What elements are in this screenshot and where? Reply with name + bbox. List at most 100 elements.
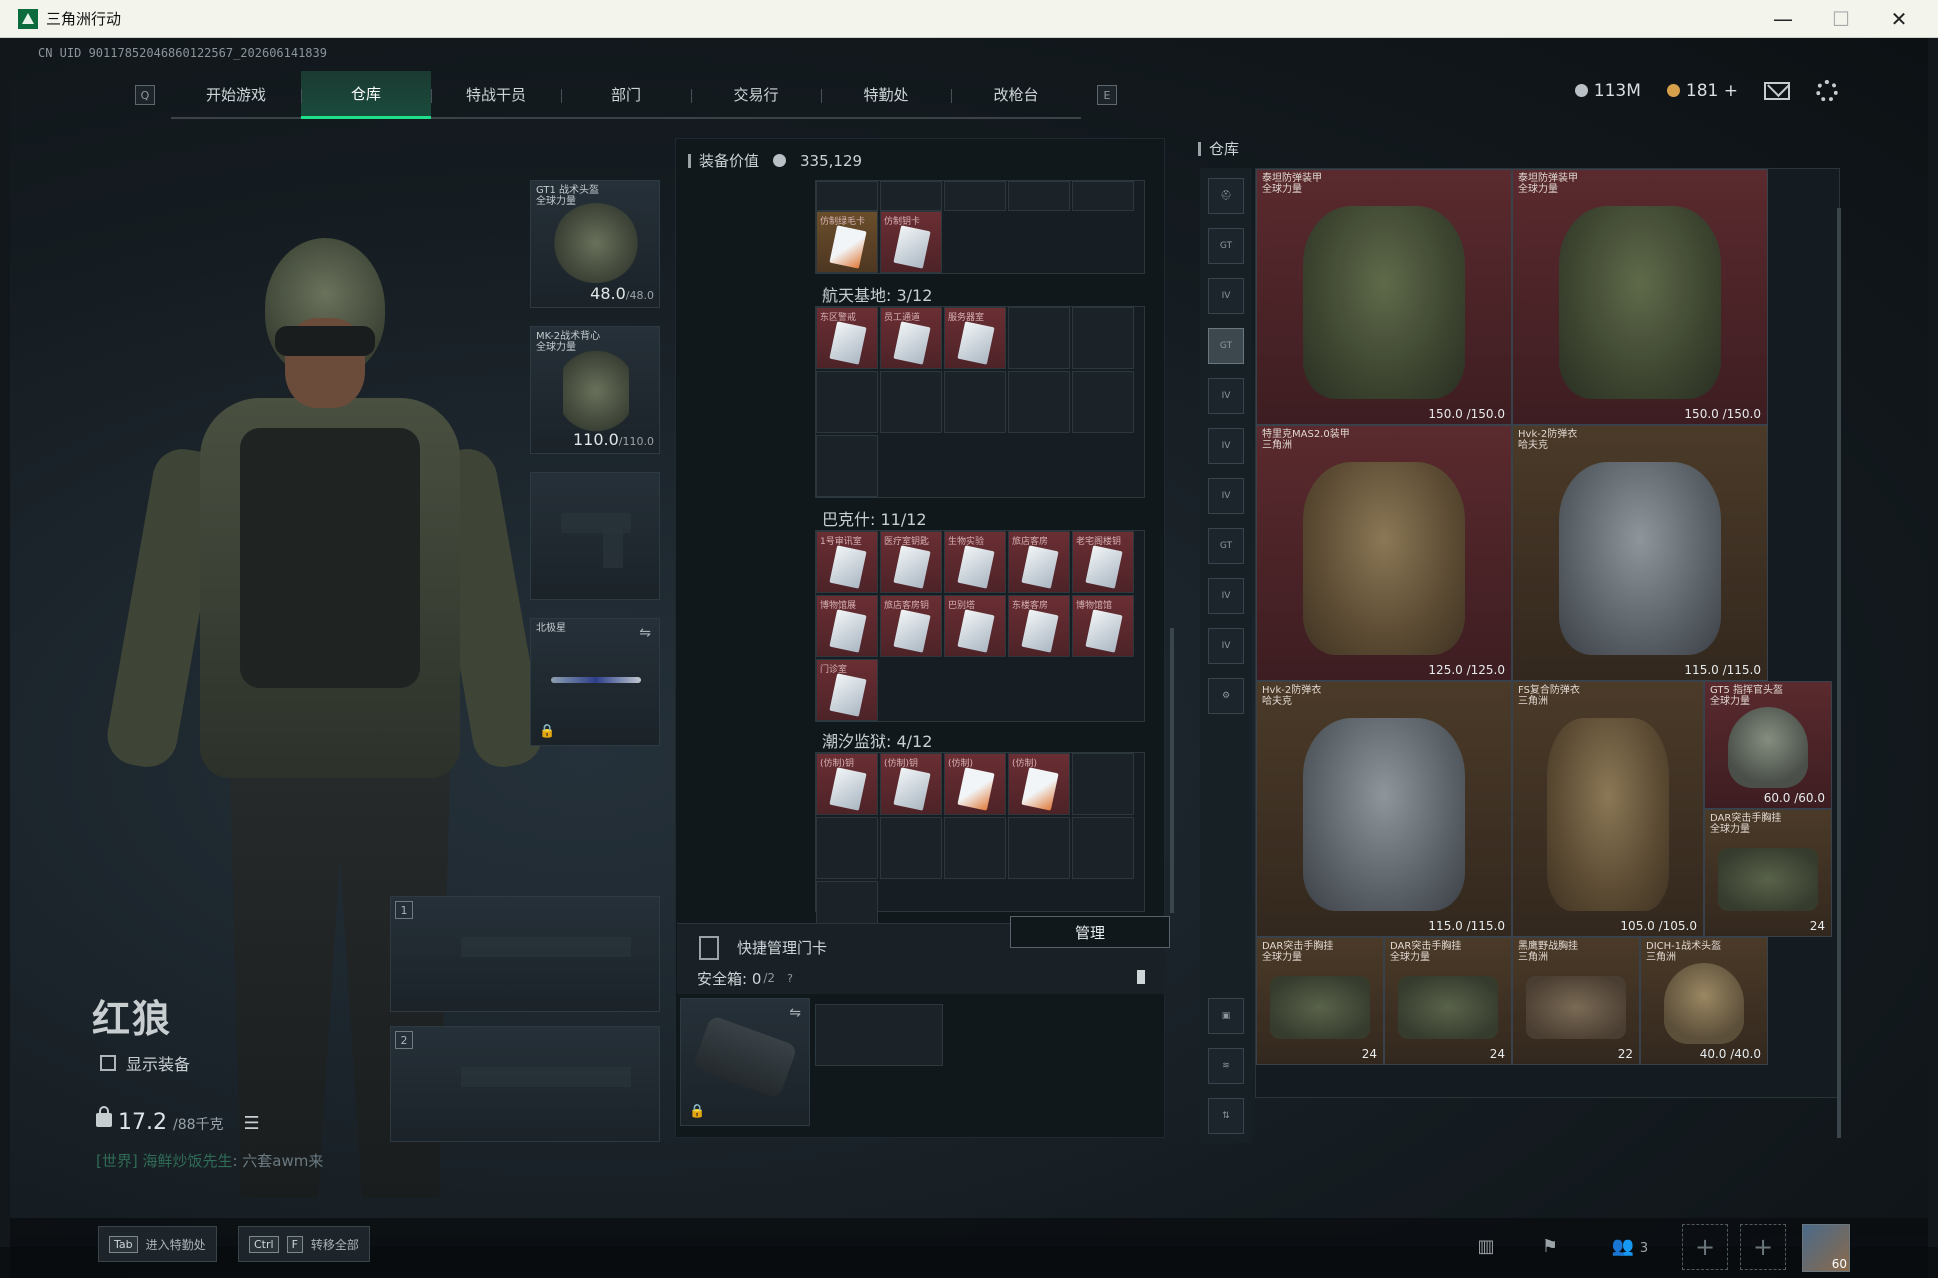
keycard-item[interactable]: 旅店客房 <box>1008 531 1070 593</box>
category-settings-icon[interactable]: ⚙ <box>1208 678 1244 714</box>
melee-slot[interactable]: 北极星 ⇋ 🔒 <box>530 618 660 746</box>
warehouse-item-armor[interactable]: Hvk-2防弹衣 哈夫克 115.0 /115.0 <box>1256 681 1512 937</box>
silver-currency[interactable]: 113M <box>1574 81 1641 101</box>
keycard-item[interactable]: (仿制)钥 <box>880 753 942 815</box>
category-layers-icon[interactable]: ≋ <box>1208 1048 1244 1084</box>
keycard-item[interactable]: 生物实验 <box>944 531 1006 593</box>
card-cell[interactable] <box>944 181 1006 211</box>
invite-slot-2[interactable]: + <box>1740 1224 1786 1270</box>
category-iv-4-icon[interactable]: IV <box>1208 478 1244 514</box>
safe-box-cell[interactable] <box>815 1004 943 1066</box>
settings-gear-icon[interactable] <box>1816 80 1838 102</box>
maximize-button[interactable]: ☐ <box>1812 0 1870 38</box>
category-backpack-icon[interactable]: ▣ <box>1208 998 1244 1034</box>
manage-button[interactable]: 管理 <box>1010 916 1170 948</box>
category-gt-2-icon[interactable]: GT <box>1208 528 1244 564</box>
backpack-scrollbar[interactable] <box>1170 628 1174 913</box>
warehouse-item-armor[interactable]: FS复合防弹衣 三角洲 105.0 /105.0 <box>1512 681 1704 937</box>
show-equipment-toggle[interactable]: 显示装备 <box>100 1051 190 1075</box>
warehouse-item-armor[interactable]: 泰坦防弹装甲 全球力量 150.0 /150.0 <box>1512 169 1768 425</box>
add-gold-button[interactable]: + <box>1724 81 1738 101</box>
keycard-item[interactable]: 巴别塔 <box>944 595 1006 657</box>
card-cell[interactable] <box>880 181 942 211</box>
empty-card-cell[interactable] <box>1008 817 1070 879</box>
warehouse-item-helmet[interactable]: DICH-1战术头盔 三角洲 40.0 /40.0 <box>1640 937 1768 1065</box>
empty-card-cell[interactable] <box>1008 307 1070 369</box>
warehouse-item-armor[interactable]: Hvk-2防弹衣 哈夫克 115.0 /115.0 <box>1512 425 1768 681</box>
empty-card-cell[interactable] <box>1072 371 1134 433</box>
empty-card-cell[interactable] <box>1072 753 1134 815</box>
swap-icon[interactable]: ⇋ <box>789 1005 801 1021</box>
keycard-item[interactable]: 博物馆馆 <box>1072 595 1134 657</box>
armor-slot[interactable]: MK-2战术背心 全球力量 110.0/110.0 <box>530 326 660 454</box>
empty-card-cell[interactable] <box>944 817 1006 879</box>
keycard-item[interactable]: 仿制绿毛卡 <box>816 211 878 273</box>
primary-weapon-slot-2[interactable]: 2 <box>390 1026 660 1142</box>
card-cell[interactable] <box>816 181 878 211</box>
show-equipment-checkbox[interactable] <box>100 1055 116 1071</box>
keycard-item[interactable]: (仿制) <box>944 753 1006 815</box>
list-icon[interactable]: ☰ <box>244 1113 260 1134</box>
mail-icon[interactable] <box>1764 82 1790 100</box>
empty-card-cell[interactable] <box>816 371 878 433</box>
warehouse-item-helmet[interactable]: GT5 指挥官头盔 全球力量 60.0 /60.0 <box>1704 681 1832 809</box>
keycard-item[interactable]: 仿制钥卡 <box>880 211 942 273</box>
category-iv-5-icon[interactable]: IV <box>1208 578 1244 614</box>
invite-slot-1[interactable]: + <box>1682 1224 1728 1270</box>
transfer-all-button[interactable]: Ctrl F 转移全部 <box>238 1226 370 1262</box>
nav-key-q[interactable]: Q <box>135 85 155 105</box>
card-cell[interactable] <box>1008 181 1070 211</box>
enter-special-ops-button[interactable]: Tab 进入特勤处 <box>98 1226 217 1262</box>
keycard-item[interactable]: 1号审讯室 <box>816 531 878 593</box>
gold-currency[interactable]: 181 + <box>1666 81 1738 101</box>
category-iv-3-icon[interactable]: IV <box>1208 428 1244 464</box>
empty-card-cell[interactable] <box>880 817 942 879</box>
empty-card-cell[interactable] <box>944 371 1006 433</box>
tab-gunsmith[interactable]: 改枪台 <box>951 71 1081 119</box>
empty-card-cell[interactable] <box>880 371 942 433</box>
category-iv-6-icon[interactable]: IV <box>1208 628 1244 664</box>
warehouse-item-chest-rig[interactable]: DAR突击手胸挂 全球力量 24 <box>1704 809 1832 937</box>
keycard-item[interactable]: 东区警戒 <box>816 307 878 369</box>
warehouse-item-chest-rig[interactable]: DAR突击手胸挂 全球力量 24 <box>1256 937 1384 1065</box>
empty-card-cell[interactable] <box>816 435 878 497</box>
minimize-button[interactable]: — <box>1754 0 1812 38</box>
stats-icon[interactable]: ▥ <box>1473 1236 1499 1258</box>
keycard-item[interactable]: 博物馆展 <box>816 595 878 657</box>
keycard-item[interactable]: (仿制) <box>1008 753 1070 815</box>
tab-start-game[interactable]: 开始游戏 <box>171 71 301 119</box>
warehouse-item-chest-rig[interactable]: DAR突击手胸挂 全球力量 24 <box>1384 937 1512 1065</box>
primary-weapon-slot-1[interactable]: 1 <box>390 896 660 1012</box>
keycard-item[interactable]: 老宅阁楼钥 <box>1072 531 1134 593</box>
warehouse-item-armor[interactable]: 特里克MAS2.0装甲 三角洲 125.0 /125.0 <box>1256 425 1512 681</box>
keycard-item[interactable]: (仿制)钥 <box>816 753 878 815</box>
pistol-slot[interactable] <box>530 472 660 600</box>
pin-icon[interactable] <box>1137 970 1145 984</box>
tab-special-ops[interactable]: 特勤处 <box>821 71 951 119</box>
keycard-item[interactable]: 旅店客房钥 <box>880 595 942 657</box>
category-armor-icon[interactable]: GT <box>1208 328 1244 364</box>
keycard-item[interactable]: 服务器室 <box>944 307 1006 369</box>
player-avatar[interactable]: 60 <box>1802 1224 1850 1272</box>
empty-card-cell[interactable] <box>1072 817 1134 879</box>
tab-warehouse[interactable]: 仓库 <box>301 71 431 119</box>
safe-box-help-icon[interactable]: ? <box>787 972 793 985</box>
helmet-slot[interactable]: GT1 战术头盔 全球力量 48.0/48.0 <box>530 180 660 308</box>
keycard-item[interactable]: 医疗室钥匙 <box>880 531 942 593</box>
keycard-item[interactable]: 东楼客房 <box>1008 595 1070 657</box>
keycard-item[interactable]: 门诊室 <box>816 659 878 721</box>
card-cell[interactable] <box>1072 181 1134 211</box>
category-gt-icon[interactable]: GT <box>1208 228 1244 264</box>
team-icon[interactable]: 👥 3 <box>1600 1236 1660 1258</box>
category-iv-icon[interactable]: IV <box>1208 278 1244 314</box>
empty-card-cell[interactable] <box>1072 307 1134 369</box>
keycard-item[interactable]: 员工通道 <box>880 307 942 369</box>
world-chat[interactable]: [世界] 海鲜炒饭先生: 六套awm来 <box>96 1150 323 1171</box>
close-button[interactable]: ✕ <box>1870 0 1928 38</box>
tab-operators[interactable]: 特战干员 <box>431 71 561 119</box>
warehouse-scrollbar[interactable] <box>1837 208 1841 1138</box>
safe-box-slot[interactable]: ⇋ 🔒 <box>680 998 810 1126</box>
swap-icon[interactable]: ⇋ <box>639 625 651 641</box>
empty-card-cell[interactable] <box>816 817 878 879</box>
warehouse-item-chest-rig[interactable]: 黑鹰野战胸挂 三角洲 22 <box>1512 937 1640 1065</box>
